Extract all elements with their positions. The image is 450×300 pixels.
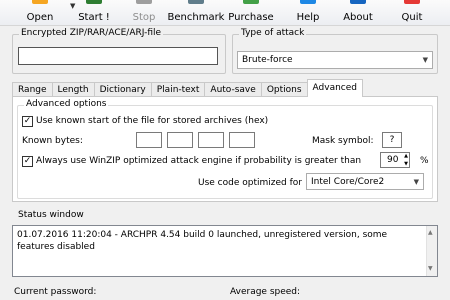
winzip-engine-label: Always use WinZIP optimized attack engin… bbox=[36, 156, 362, 166]
chevron-down-icon: ▼ bbox=[413, 177, 419, 186]
cpu-optimization-label: Use code optimized for bbox=[198, 178, 302, 188]
spin-up-icon[interactable]: ▲ bbox=[404, 153, 408, 159]
encrypted-file-group-title: Encrypted ZIP/RAR/ACE/ARJ-file bbox=[19, 28, 164, 38]
tab-plain-text[interactable]: Plain-text bbox=[150, 82, 206, 97]
scroll-down-icon[interactable]: ▼ bbox=[428, 263, 433, 275]
cpu-optimization-select[interactable]: Intel Core/Core2 ▼ bbox=[306, 173, 424, 190]
current-password-label: Current password: bbox=[14, 287, 97, 297]
purchase-button[interactable]: Purchase bbox=[226, 0, 276, 26]
known-byte-input-1[interactable] bbox=[136, 132, 162, 148]
tab-range[interactable]: Range bbox=[12, 82, 53, 97]
winzip-engine-checkbox[interactable]: ✓ bbox=[22, 156, 33, 167]
tab-dictionary[interactable]: Dictionary bbox=[93, 82, 152, 97]
tab-advanced[interactable]: Advanced bbox=[306, 79, 364, 97]
benchmark-icon bbox=[188, 0, 204, 4]
probability-unit: % bbox=[420, 156, 429, 166]
chevron-down-icon: ▼ bbox=[422, 56, 428, 64]
quit-button[interactable]: Quit bbox=[392, 0, 432, 26]
benchmark-button[interactable]: Benchmark bbox=[166, 0, 226, 26]
attack-type-group: Type of attack Brute-force ▼ bbox=[232, 28, 438, 74]
status-log[interactable]: 01.07.2016 11:20:04 - ARCHPR 4.54 build … bbox=[12, 225, 438, 277]
use-known-start-checkbox[interactable]: ✓ bbox=[22, 116, 33, 127]
play-icon bbox=[86, 0, 102, 4]
known-byte-input-4[interactable] bbox=[229, 132, 255, 148]
average-speed-label: Average speed: bbox=[230, 287, 301, 297]
known-bytes-label: Known bytes: bbox=[22, 136, 83, 146]
tab-auto-save[interactable]: Auto-save bbox=[204, 82, 262, 97]
advanced-options-group: Advanced options ✓ Use known start of th… bbox=[17, 99, 433, 199]
tab-bar: Range Length Dictionary Plain-text Auto-… bbox=[12, 79, 364, 97]
known-byte-input-2[interactable] bbox=[167, 132, 193, 148]
use-known-start-label: Use known start of the file for stored a… bbox=[36, 116, 269, 126]
mask-symbol-label: Mask symbol: bbox=[312, 136, 374, 146]
advanced-tab-panel: Advanced options ✓ Use known start of th… bbox=[12, 96, 438, 202]
help-icon bbox=[300, 0, 316, 4]
toolbar: Open ▼ Start ! Stop Benchmark Purchase H… bbox=[0, 0, 450, 26]
encrypted-file-input[interactable] bbox=[18, 47, 218, 65]
stop-button[interactable]: Stop bbox=[122, 0, 166, 26]
purchase-icon bbox=[243, 0, 259, 4]
scroll-up-icon[interactable]: ▲ bbox=[428, 227, 433, 239]
about-button[interactable]: About bbox=[338, 0, 378, 26]
open-button[interactable]: Open bbox=[14, 0, 66, 26]
status-scrollbar[interactable]: ▲ ▼ bbox=[426, 226, 437, 276]
spin-down-icon[interactable]: ▼ bbox=[404, 161, 408, 167]
help-button[interactable]: Help bbox=[288, 0, 328, 26]
probability-spinner[interactable]: 90 ▲ ▼ bbox=[380, 152, 410, 168]
attack-type-select[interactable]: Brute-force ▼ bbox=[237, 51, 433, 69]
mask-symbol-input[interactable]: ? bbox=[382, 132, 402, 148]
start-button[interactable]: Start ! bbox=[70, 0, 118, 26]
folder-icon bbox=[32, 0, 48, 4]
advanced-options-group-title: Advanced options bbox=[24, 99, 109, 109]
about-icon bbox=[350, 0, 366, 4]
status-window-title: Status window bbox=[18, 210, 84, 220]
tab-options[interactable]: Options bbox=[260, 82, 308, 97]
quit-icon bbox=[404, 0, 420, 4]
known-byte-input-3[interactable] bbox=[198, 132, 224, 148]
attack-type-group-title: Type of attack bbox=[239, 28, 307, 38]
encrypted-file-group: Encrypted ZIP/RAR/ACE/ARJ-file bbox=[12, 28, 226, 74]
tab-length[interactable]: Length bbox=[51, 82, 95, 97]
stop-icon bbox=[136, 0, 152, 4]
